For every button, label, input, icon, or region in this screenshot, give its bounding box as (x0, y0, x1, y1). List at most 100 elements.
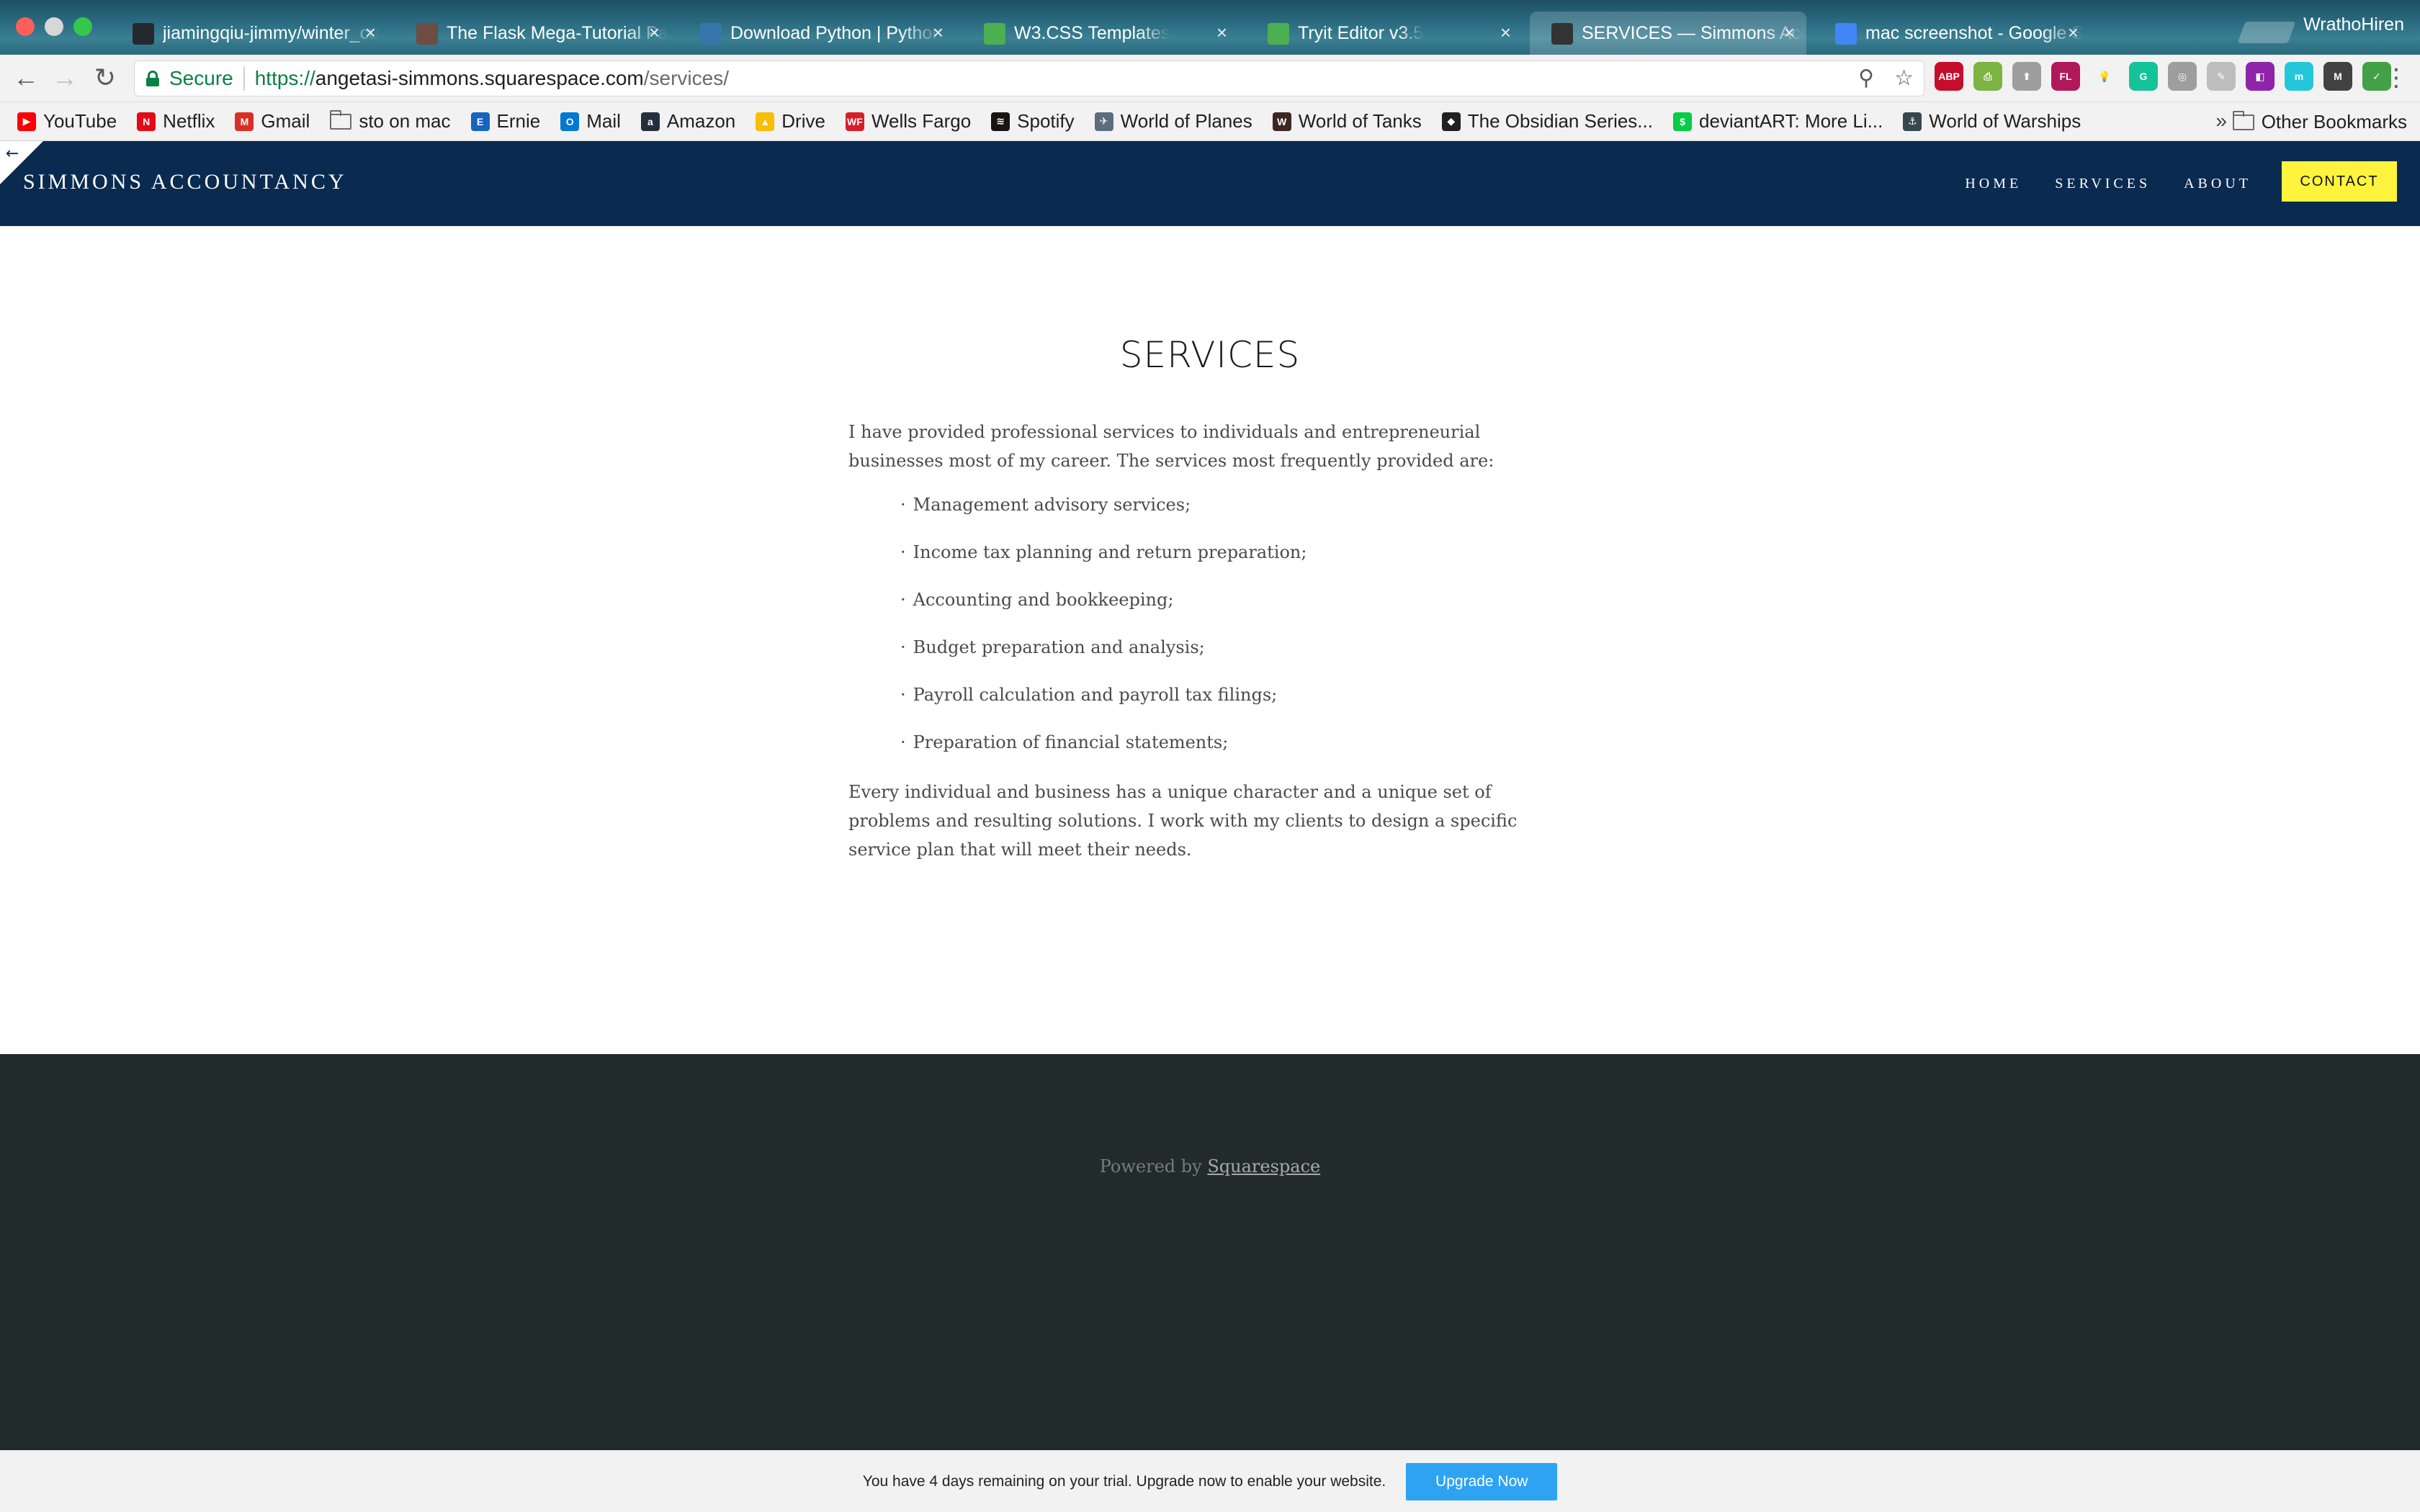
bookmark-item[interactable]: ▲ Drive (756, 110, 825, 132)
layers-icon[interactable]: ◧ (2246, 62, 2275, 91)
printer-icon[interactable]: ⎙ (1973, 62, 2002, 91)
service-text: Management advisory services; (913, 495, 1191, 515)
back-arrow-icon[interactable]: ← (12, 63, 40, 92)
bookmark-item[interactable]: M Gmail (235, 110, 310, 132)
service-item: · Management advisory services; (900, 492, 1307, 540)
tab-close-icon[interactable]: × (1500, 22, 1511, 44)
bookmark-label: Spotify (1017, 110, 1075, 132)
bookmark-item[interactable]: W World of Tanks (1272, 110, 1422, 132)
abp-icon[interactable]: ABP (1935, 62, 1963, 91)
bookmark-item[interactable]: O Mail (560, 110, 621, 132)
trial-message: You have 4 days remaining on your trial.… (862, 1472, 1386, 1490)
browser-menu-icon[interactable]: ⋮ (2384, 63, 2408, 92)
upload-icon[interactable]: ⬆ (2012, 62, 2041, 91)
bookmark-item[interactable]: ◆ The Obsidian Series... (1441, 110, 1653, 132)
netflix-icon: N (137, 112, 156, 131)
bookmark-item[interactable]: ⚓ World of Warships (1903, 110, 2081, 132)
contact-button[interactable]: CONTACT (2282, 161, 2397, 202)
bookmark-label: The Obsidian Series... (1467, 110, 1653, 132)
new-tab-button[interactable] (2237, 22, 2296, 43)
bookmark-item[interactable]: sto on mac (330, 109, 451, 132)
m-ext-icon[interactable]: M (2323, 62, 2352, 91)
minimize-window-button[interactable] (45, 17, 63, 36)
tab-5[interactable]: Tryit Editor v3.5 × (1246, 12, 1523, 55)
bullet-icon: · (900, 495, 906, 515)
bookmark-item[interactable]: WF Wells Fargo (845, 110, 971, 132)
bookmark-item[interactable]: a Amazon (640, 110, 735, 132)
deviantart-icon: $ (1672, 112, 1692, 131)
tab-close-icon[interactable]: × (933, 22, 944, 44)
nav-services[interactable]: SERVICES (2055, 176, 2151, 192)
tab-close-icon[interactable]: × (2068, 22, 2079, 44)
profile-name[interactable]: WrathoHiren (2303, 14, 2404, 35)
tab-label: W3.CSS Templates (1014, 22, 1170, 43)
screenshot-icon[interactable]: ◎ (2168, 62, 2197, 91)
main-content: SERVICES I have provided professional se… (0, 226, 2420, 1054)
bookmark-star-icon[interactable]: ☆ (1894, 66, 1914, 91)
other-bookmarks[interactable]: Other Bookmarks (2232, 110, 2407, 133)
service-text: Preparation of financial statements; (913, 732, 1229, 752)
page-title: SERVICES (1119, 334, 1301, 376)
tab-close-icon[interactable]: × (365, 22, 376, 44)
service-text: Accounting and bookkeeping; (913, 590, 1174, 610)
bookmark-item[interactable]: ≋ Spotify (991, 110, 1075, 132)
tab-close-icon[interactable]: × (649, 22, 660, 44)
tab-close-icon[interactable]: × (1784, 22, 1795, 44)
dragon-icon: ◆ (1441, 112, 1461, 131)
url-path: /services/ (643, 67, 729, 89)
bulb-icon[interactable]: 💡 (2090, 62, 2119, 91)
wowp-icon: ✈ (1094, 112, 1113, 131)
browser-chrome: jiamingqiu-jimmy/winter_cu × The Flask Meg… (0, 0, 2420, 141)
site-header: ↙ SIMMONS ACCOUNTANCY HOME SERVICES ABOU… (0, 141, 2420, 226)
wellsfargo-icon: WF (845, 112, 864, 131)
other-bookmarks-label: Other Bookmarks (2261, 111, 2407, 132)
squarespace-link[interactable]: Squarespace (1207, 1156, 1320, 1176)
bookmark-item[interactable]: E Ernie (470, 110, 541, 132)
url-scheme: https:// (254, 67, 315, 89)
omnibox-divider (243, 66, 245, 91)
tab-1[interactable]: jiamingqiu-jimmy/winter_cu × (111, 12, 387, 55)
python-icon (700, 23, 722, 45)
circle-ext-icon[interactable]: m (2285, 62, 2313, 91)
tab-2[interactable]: The Flask Mega-Tutorial Pa × (395, 12, 671, 55)
tab-3[interactable]: Download Python | Python × (678, 12, 955, 55)
outlook-icon: O (560, 112, 580, 131)
site-nav: HOME SERVICES ABOUT (1965, 176, 2251, 192)
tab-6[interactable]: SERVICES — Simmons Acco × (1530, 12, 1806, 55)
google-icon (1835, 23, 1857, 45)
nav-home[interactable]: HOME (1965, 176, 2022, 192)
forward-arrow-icon[interactable]: → (50, 63, 79, 92)
bullet-icon: · (900, 685, 906, 705)
tab-strip: jiamingqiu-jimmy/winter_cu × The Flask Meg… (0, 0, 2420, 55)
pen-icon[interactable]: ✎ (2207, 62, 2236, 91)
bookmark-label: Drive (781, 110, 825, 132)
bookmarks-overflow-button[interactable]: » (2215, 109, 2227, 132)
service-item: · Budget preparation and analysis; (900, 635, 1307, 683)
trial-banner: You have 4 days remaining on your trial.… (0, 1450, 2420, 1512)
site-title[interactable]: SIMMONS ACCOUNTANCY (23, 170, 347, 194)
url-host: angetasi-simmons.squarespace.com (315, 67, 644, 89)
nav-about[interactable]: ABOUT (2184, 176, 2251, 192)
drive-icon: ▲ (756, 112, 775, 131)
bookmark-item[interactable]: $ deviantART: More Li... (1672, 110, 1883, 132)
bookmark-label: Ernie (496, 110, 541, 132)
zoom-icon[interactable]: ⚲ (1858, 66, 1874, 91)
tab-close-icon[interactable]: × (1216, 22, 1227, 44)
bookmark-label: Gmail (261, 110, 310, 132)
close-window-button[interactable] (16, 17, 35, 36)
reload-icon[interactable]: ↻ (91, 63, 120, 92)
bookmark-item[interactable]: ▶ YouTube (17, 110, 117, 132)
tab-4[interactable]: W3.CSS Templates × (962, 12, 1239, 55)
maximize-window-button[interactable] (73, 17, 92, 36)
flash-icon[interactable]: FL (2051, 62, 2080, 91)
bookmark-item[interactable]: N Netflix (137, 110, 215, 132)
browser-toolbar: ← → ↻ Secure https:// angetasi-simmons.s… (0, 55, 2420, 102)
tab-7[interactable]: mac screenshot - Google S × (1814, 12, 2090, 55)
bookmark-item[interactable]: ✈ World of Planes (1094, 110, 1252, 132)
grammarly-icon[interactable]: G (2129, 62, 2158, 91)
upgrade-now-button[interactable]: Upgrade Now (1406, 1462, 1558, 1500)
address-bar[interactable]: Secure https:// angetasi-simmons.squares… (134, 60, 1924, 96)
amazon-icon: a (640, 112, 660, 131)
service-item: · Payroll calculation and payroll tax fil… (900, 683, 1307, 730)
extensions-row: ABP ⎙ ⬆ FL 💡 G ◎ ✎ ◧ m M ✓ (1935, 62, 2391, 91)
